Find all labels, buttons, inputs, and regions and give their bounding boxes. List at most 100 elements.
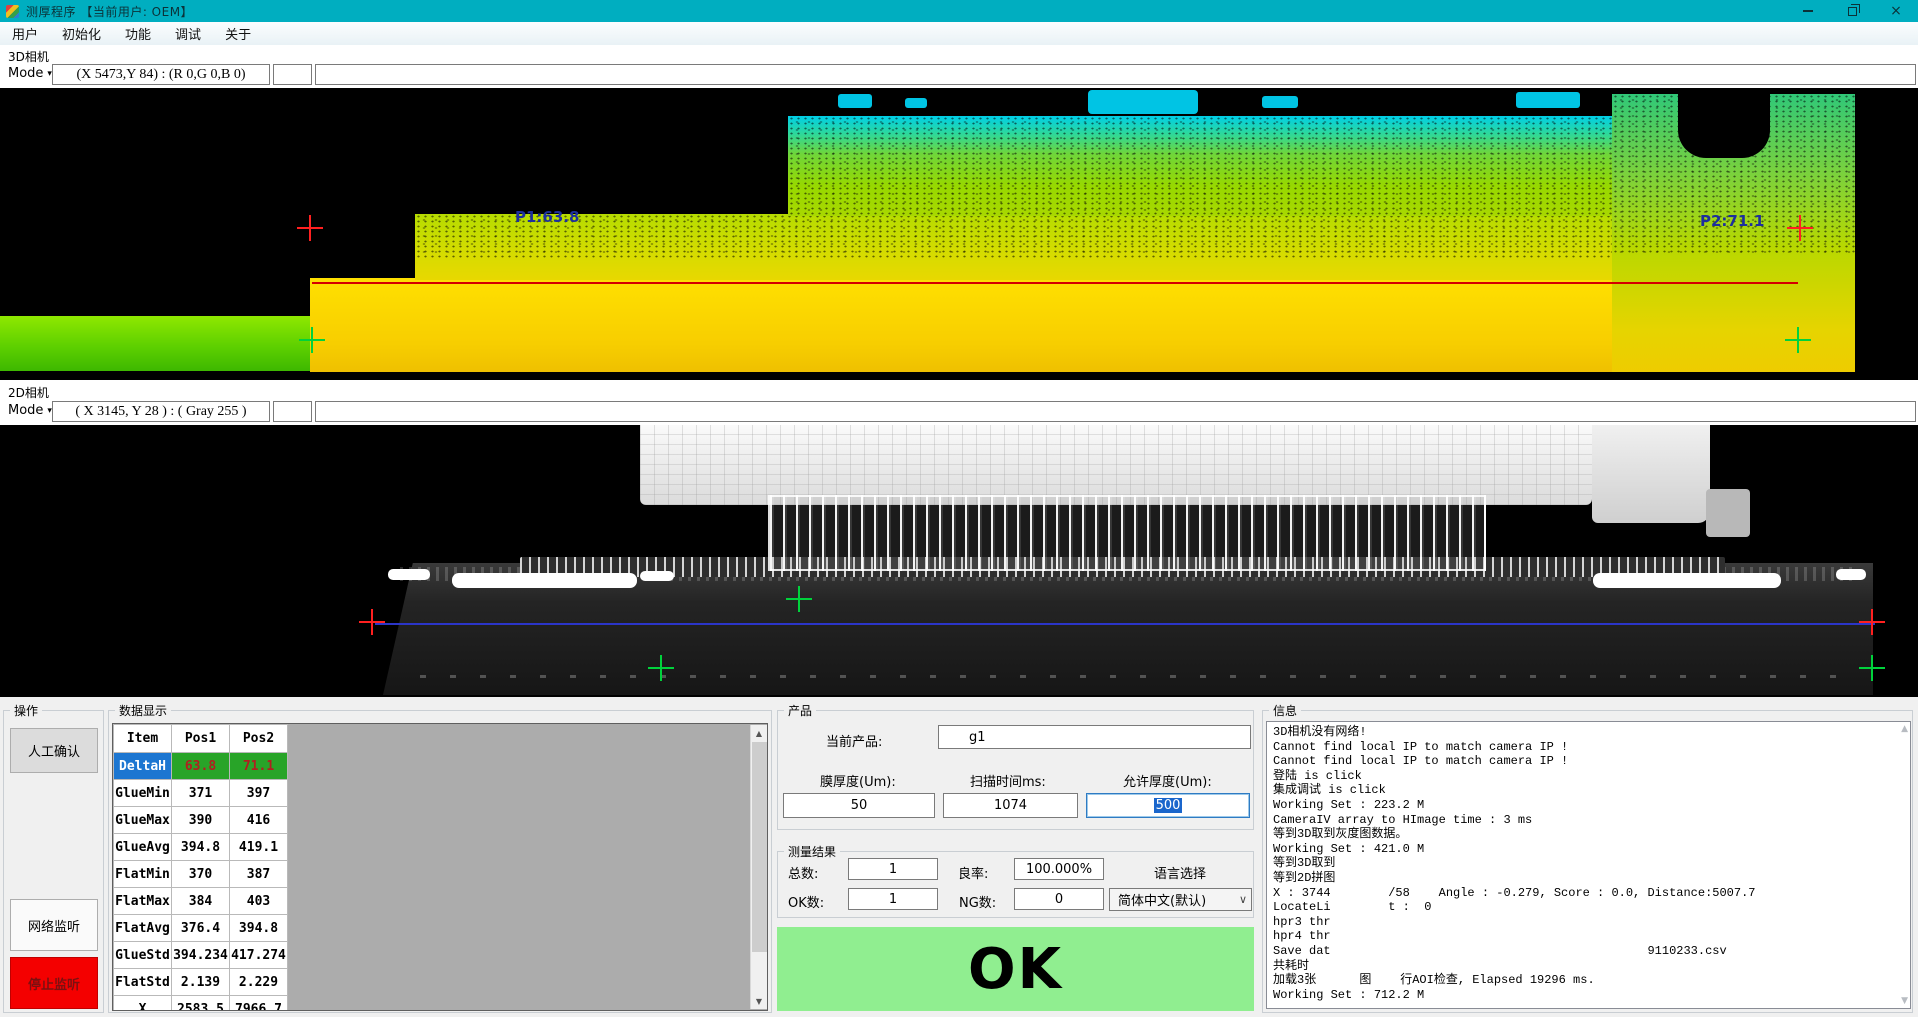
heightmap-base-slab <box>310 278 1802 372</box>
scrollbar-thumb[interactable] <box>752 742 767 952</box>
camera2d-mode-dropdown[interactable]: Mode▾ <box>8 403 52 418</box>
scan-time-input[interactable]: 1074 <box>943 793 1078 818</box>
result-title: 测量结果 <box>784 843 840 860</box>
data-display-panel: 数据显示 Item Pos1 Pos2 DeltaH 63.8 71.1 <box>108 710 772 1013</box>
grid-scrollbar[interactable]: ▲ ▼ <box>750 725 767 1009</box>
camera2d-cursor-status: ( X 3145, Y 28 ) : ( Gray 255 ) <box>52 401 270 422</box>
red-cross-icon <box>1787 215 1813 241</box>
camera3d-viewport[interactable]: P1:63.8 P2:71.1 <box>0 88 1918 380</box>
measurement-table: Item Pos1 Pos2 DeltaH 63.8 71.1 GlueMin … <box>113 724 288 1011</box>
log-line: CameraIV array to HImage time : 3 ms <box>1273 813 1904 828</box>
result-panel: 测量结果 总数: 1 良率: 100.000% 语言选择 OK数: 1 NG数:… <box>777 851 1254 918</box>
log-textbox[interactable]: 3D相机没有网络! Cannot find local IP to match … <box>1266 721 1911 1009</box>
scroll-up-icon[interactable]: ▲ <box>1901 724 1908 734</box>
camera3d-toolbar: Mode▾ (X 5473,Y 84) : (R 0,G 0,B 0) <box>0 63 1918 88</box>
table-row[interactable]: GlueMin 371 397 <box>114 780 288 807</box>
camera3d-mode-dropdown[interactable]: Mode▾ <box>8 66 52 81</box>
app-window: 测厚程序 【当前用户: OEM】 × 用户 初始化 功能 调试 关于 3D相机 … <box>0 0 1918 1017</box>
maximize-button[interactable] <box>1830 0 1874 22</box>
stop-listen-button[interactable]: 停止监听 <box>10 957 98 1009</box>
pcb-board <box>640 425 1592 505</box>
log-line: Working Set : 421.0 M <box>1273 842 1904 857</box>
current-product-label: 当前产品: <box>826 731 882 750</box>
table-row[interactable]: GlueMax 390 416 <box>114 807 288 834</box>
menu-item-about[interactable]: 关于 <box>213 22 263 45</box>
red-cross-icon <box>359 609 385 635</box>
allow-thickness-input[interactable]: 500 <box>1086 793 1250 818</box>
red-cross-icon <box>1859 609 1885 635</box>
result-status-text: OK <box>968 937 1063 1002</box>
log-line: hpr3 thr <box>1273 915 1904 930</box>
yield-input[interactable]: 100.000% <box>1014 858 1104 880</box>
allow-thickness-label: 允许厚度(Um): <box>1123 771 1212 790</box>
glue-blob <box>1593 573 1781 588</box>
log-line: 3D相机没有网络! <box>1273 725 1904 740</box>
camera2d-viewport[interactable] <box>0 425 1918 697</box>
green-cross-icon <box>786 586 812 612</box>
camera3d-cursor-status: (X 5473,Y 84) : (R 0,G 0,B 0) <box>52 64 270 85</box>
current-product-input[interactable]: g1 <box>938 725 1251 749</box>
minimize-icon <box>1803 10 1813 12</box>
log-line: 加载3张 图 行AOI检查, Elapsed 19296 ms. <box>1273 973 1904 988</box>
total-input[interactable]: 1 <box>848 858 938 880</box>
table-row[interactable]: FlatStd 2.139 2.229 <box>114 969 288 996</box>
log-line: LocateLi t : 0 <box>1273 900 1904 915</box>
camera2d-toolbar: Mode▾ ( X 3145, Y 28 ) : ( Gray 255 ) <box>0 400 1918 425</box>
camera3d-toolbar-cell <box>273 64 312 85</box>
restore-icon <box>1848 7 1857 16</box>
ng-count-label: NG数: <box>959 892 996 911</box>
title-bar: 测厚程序 【当前用户: OEM】 × <box>0 0 1918 22</box>
camera2d-label: 2D相机 <box>8 384 49 401</box>
heightmap-left-bar <box>0 316 310 371</box>
scroll-up-icon[interactable]: ▲ <box>751 725 767 741</box>
menu-item-function[interactable]: 功能 <box>113 22 163 45</box>
film-thickness-label: 膜厚度(Um): <box>820 771 896 790</box>
pcb-tab <box>1706 489 1750 537</box>
info-title: 信息 <box>1269 702 1301 719</box>
log-line: hpr4 thr <box>1273 929 1904 944</box>
log-scrollbar[interactable]: ▲ ▼ <box>1894 724 1908 1006</box>
table-row[interactable]: X 2583.5 7966.7 <box>114 996 288 1012</box>
table-row[interactable]: FlatMin 370 387 <box>114 861 288 888</box>
log-line: Working Set : 223.2 M <box>1273 798 1904 813</box>
col-pos1: Pos1 <box>172 725 230 753</box>
result-status-box: OK <box>777 927 1254 1011</box>
table-row[interactable]: DeltaH 63.8 71.1 <box>114 753 288 780</box>
ok-count-input[interactable]: 1 <box>848 888 938 910</box>
data-grid: Item Pos1 Pos2 DeltaH 63.8 71.1 GlueMin … <box>112 723 768 1011</box>
menu-item-init[interactable]: 初始化 <box>50 22 113 45</box>
col-pos2: Pos2 <box>230 725 288 753</box>
glue-blob <box>452 573 637 588</box>
camera2d-toolbar-spacer <box>315 401 1916 422</box>
film-thickness-input[interactable]: 50 <box>783 793 935 818</box>
log-line: 等到3D取到灰度图数据。 <box>1273 827 1904 842</box>
table-row[interactable]: GlueStd 394.234 417.274 <box>114 942 288 969</box>
language-label: 语言选择 <box>1154 863 1206 882</box>
chevron-down-icon: ∨ <box>1239 893 1247 906</box>
log-line: X : 3744 /58 Angle : -0.279, Score : 0.0… <box>1273 886 1904 901</box>
network-listen-button[interactable]: 网络监听 <box>10 899 98 951</box>
log-line: 等到3D取到 <box>1273 856 1904 871</box>
table-row[interactable]: FlatMax 384 403 <box>114 888 288 915</box>
close-icon: × <box>1890 4 1902 18</box>
ng-count-input[interactable]: 0 <box>1014 888 1104 910</box>
log-line: 等到2D拼图 <box>1273 871 1904 886</box>
menu-item-debug[interactable]: 调试 <box>163 22 213 45</box>
minimize-button[interactable] <box>1786 0 1830 22</box>
table-row[interactable]: FlatAvg 376.4 394.8 <box>114 915 288 942</box>
language-select[interactable]: 简体中文(默认) ∨ <box>1109 888 1252 911</box>
scroll-down-icon[interactable]: ▼ <box>751 993 767 1009</box>
log-line: Cannot find local IP to match camera IP … <box>1273 754 1904 769</box>
menu-item-user[interactable]: 用户 <box>0 22 50 45</box>
operation-title: 操作 <box>10 702 42 719</box>
scroll-down-icon[interactable]: ▼ <box>1901 996 1908 1006</box>
log-line: Save dat 9110233.csv <box>1273 944 1904 959</box>
close-button[interactable]: × <box>1874 0 1918 22</box>
green-cross-icon <box>299 327 325 353</box>
heightmap-upper-deck <box>788 116 1616 216</box>
table-header-row: Item Pos1 Pos2 <box>114 725 288 753</box>
manual-confirm-button[interactable]: 人工确认 <box>10 728 98 773</box>
table-row[interactable]: GlueAvg 394.8 419.1 <box>114 834 288 861</box>
log-line: Cannot find local IP to match camera IP … <box>1273 740 1904 755</box>
selected-text: 500 <box>1154 798 1183 813</box>
